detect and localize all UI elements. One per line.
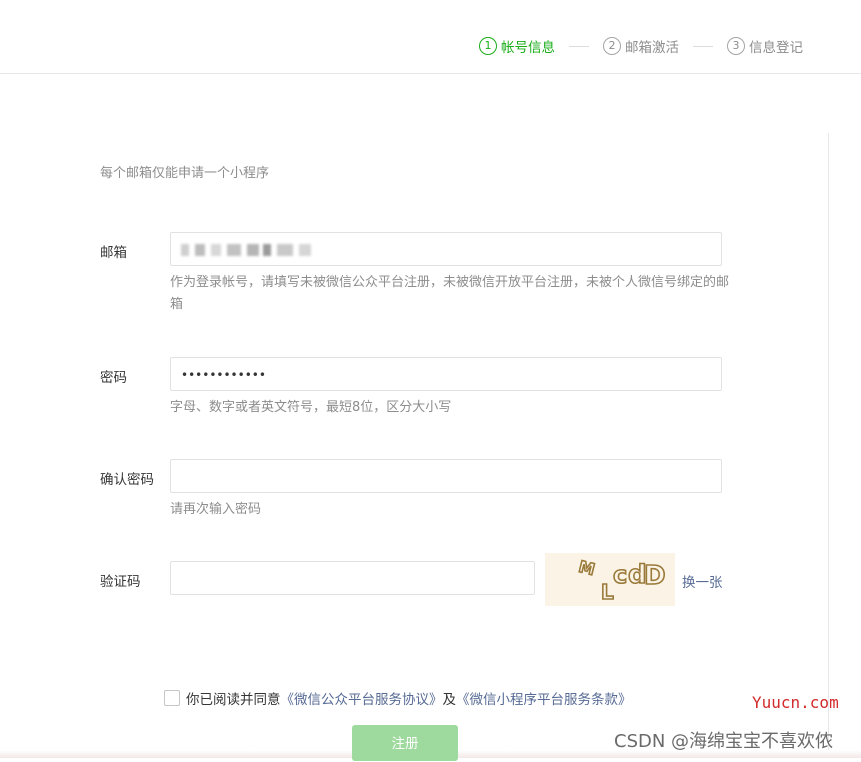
- step-email-activation: 2 邮箱激活: [603, 36, 679, 56]
- step-divider: [569, 45, 589, 47]
- site-watermark: Yuucn.com: [752, 693, 839, 712]
- captcha-char: D: [644, 561, 666, 591]
- service-agreement-link[interactable]: 《微信公众平台服务协议》: [281, 688, 443, 708]
- refresh-captcha-link[interactable]: 换一张: [682, 571, 723, 591]
- miniprogram-terms-link[interactable]: 《微信小程序平台服务条款》: [456, 688, 632, 708]
- step-label-1: 帐号信息: [501, 40, 555, 56]
- step-label-2: 邮箱激活: [625, 40, 679, 56]
- password-label: 密码: [100, 370, 127, 386]
- agreement-conjunction: 及: [442, 692, 457, 708]
- captcha-image[interactable]: M L c d D: [545, 553, 675, 606]
- email-hint: 作为登录帐号，请填写未被微信公众平台注册，未被微信开放平台注册，未被个人微信号绑…: [170, 275, 730, 312]
- email-label: 邮箱: [100, 245, 127, 261]
- agreement-checkbox[interactable]: [164, 690, 180, 706]
- csdn-watermark: CSDN @海绵宝宝不喜欢侬: [614, 731, 834, 752]
- captcha-char: M: [577, 557, 597, 579]
- password-hint: 字母、数字或者英文符号，最短8位，区分大小写: [170, 400, 452, 415]
- confirm-password-label: 确认密码: [100, 472, 154, 488]
- email-input[interactable]: [170, 232, 722, 266]
- confirm-password-hint: 请再次输入密码: [170, 502, 262, 517]
- captcha-image-graphic: M L c d D: [576, 556, 666, 605]
- step-number-3: 3: [727, 37, 745, 55]
- step-label-3: 信息登记: [749, 40, 803, 56]
- content-right-border: [828, 133, 829, 758]
- agreement-prefix: 你已阅读并同意: [186, 692, 281, 708]
- password-input[interactable]: ••••••••••••: [170, 357, 722, 391]
- step-indicator: 1 帐号信息 2 邮箱激活 3 信息登记: [479, 36, 803, 56]
- step-number-1: 1: [479, 37, 497, 55]
- top-bar: 1 帐号信息 2 邮箱激活 3 信息登记: [0, 0, 861, 74]
- agreement-row: 你已阅读并同意 《微信公众平台服务协议》 及 《微信小程序平台服务条款》: [164, 688, 632, 708]
- captcha-char: c: [613, 561, 627, 589]
- confirm-password-input[interactable]: [170, 459, 722, 493]
- step-info-registration: 3 信息登记: [727, 36, 803, 56]
- step-number-2: 2: [603, 37, 621, 55]
- form-tip: 每个邮箱仅能申请一个小程序: [100, 166, 270, 181]
- email-value-redacted: [181, 243, 311, 256]
- step-account-info: 1 帐号信息: [479, 36, 555, 56]
- step-divider: [693, 45, 713, 47]
- register-button[interactable]: 注册: [352, 725, 458, 761]
- captcha-input[interactable]: [170, 561, 535, 595]
- captcha-label: 验证码: [100, 574, 141, 590]
